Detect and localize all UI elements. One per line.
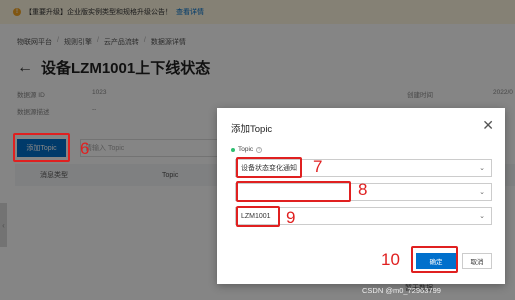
required-dot-icon xyxy=(231,147,235,152)
annotation-box xyxy=(13,133,70,162)
chevron-down-icon: ⌄ xyxy=(479,165,485,172)
annotation-box xyxy=(236,157,302,178)
annotation-box xyxy=(236,206,280,227)
annotation-number: 6 xyxy=(80,139,90,158)
topic-label-text: Topic xyxy=(238,146,254,153)
cancel-button[interactable]: 取消 xyxy=(462,253,492,269)
annotation-box xyxy=(411,246,458,273)
annotation-number: 9 xyxy=(286,208,296,227)
chevron-down-icon: ⌄ xyxy=(479,213,485,220)
annotation-number: 8 xyxy=(358,180,368,199)
annotation-box xyxy=(236,181,351,202)
topic-field-label: Topic ? xyxy=(231,146,263,153)
help-icon[interactable]: ? xyxy=(256,146,263,153)
chevron-down-icon: ⌄ xyxy=(479,189,485,196)
close-icon[interactable]: ✕ xyxy=(482,118,494,132)
annotation-number: 7 xyxy=(313,157,323,176)
dialog-title: 添加Topic xyxy=(231,124,273,135)
annotation-number: 10 xyxy=(381,250,400,269)
watermark: CSDN @m0_72963799 xyxy=(362,286,441,295)
